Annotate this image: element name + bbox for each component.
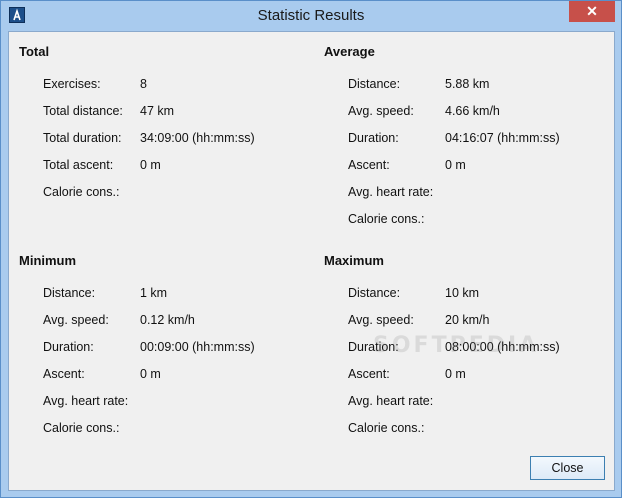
label-total-calorie: Calorie cons.:	[43, 185, 120, 199]
value-max-distance: 10 km	[445, 286, 480, 300]
label-total-ascent: Total ascent:	[43, 158, 114, 172]
value-exercises: 8	[140, 77, 147, 91]
close-icon[interactable]: ✕	[569, 1, 615, 22]
client-area: Total Exercises: 8 Total distance: 47 km…	[8, 31, 615, 491]
label-min-calorie: Calorie cons.:	[43, 421, 120, 435]
statistic-results-window: Statistic Results ✕ Total Exercises: 8 T…	[0, 0, 622, 498]
label-avg-heart-rate: Avg. heart rate:	[348, 185, 434, 199]
section-title-minimum: Minimum	[19, 253, 77, 268]
section-title-average: Average	[324, 44, 375, 59]
label-total-duration: Total duration:	[43, 131, 122, 145]
label-max-heart-rate: Avg. heart rate:	[348, 394, 434, 408]
value-max-speed: 20 km/h	[445, 313, 490, 327]
section-title-maximum: Maximum	[324, 253, 384, 268]
window-title: Statistic Results	[257, 7, 365, 24]
label-max-calorie: Calorie cons.:	[348, 421, 425, 435]
label-avg-ascent: Ascent:	[348, 158, 390, 172]
value-max-ascent: 0 m	[445, 367, 466, 381]
value-min-speed: 0.12 km/h	[140, 313, 195, 327]
label-avg-duration: Duration:	[348, 131, 399, 145]
section-title-total: Total	[19, 44, 50, 59]
label-min-heart-rate: Avg. heart rate:	[43, 394, 129, 408]
label-avg-distance: Distance:	[348, 77, 401, 91]
value-min-distance: 1 km	[140, 286, 168, 300]
label-max-ascent: Ascent:	[348, 367, 390, 381]
label-max-speed: Avg. speed:	[348, 313, 414, 327]
label-avg-calorie: Calorie cons.:	[348, 212, 425, 226]
value-min-ascent: 0 m	[140, 367, 161, 381]
label-min-duration: Duration:	[43, 340, 94, 354]
value-avg-distance: 5.88 km	[445, 77, 490, 91]
value-avg-duration: 04:16:07 (hh:mm:ss)	[445, 131, 560, 145]
label-avg-speed: Avg. speed:	[348, 104, 414, 118]
value-min-duration: 00:09:00 (hh:mm:ss)	[140, 340, 255, 354]
value-total-duration: 34:09:00 (hh:mm:ss)	[140, 131, 255, 145]
label-min-speed: Avg. speed:	[43, 313, 109, 327]
label-max-distance: Distance:	[348, 286, 401, 300]
value-total-distance: 47 km	[140, 104, 175, 118]
label-min-distance: Distance:	[43, 286, 96, 300]
value-avg-speed: 4.66 km/h	[445, 104, 500, 118]
value-total-ascent: 0 m	[140, 158, 161, 172]
label-min-ascent: Ascent:	[43, 367, 85, 381]
close-button[interactable]: Close	[530, 456, 605, 480]
title-bar[interactable]: Statistic Results ✕	[1, 1, 621, 31]
value-avg-ascent: 0 m	[445, 158, 466, 172]
label-total-distance: Total distance:	[43, 104, 123, 118]
label-exercises: Exercises:	[43, 77, 101, 91]
watermark: SOFTPEDIA	[373, 333, 540, 358]
